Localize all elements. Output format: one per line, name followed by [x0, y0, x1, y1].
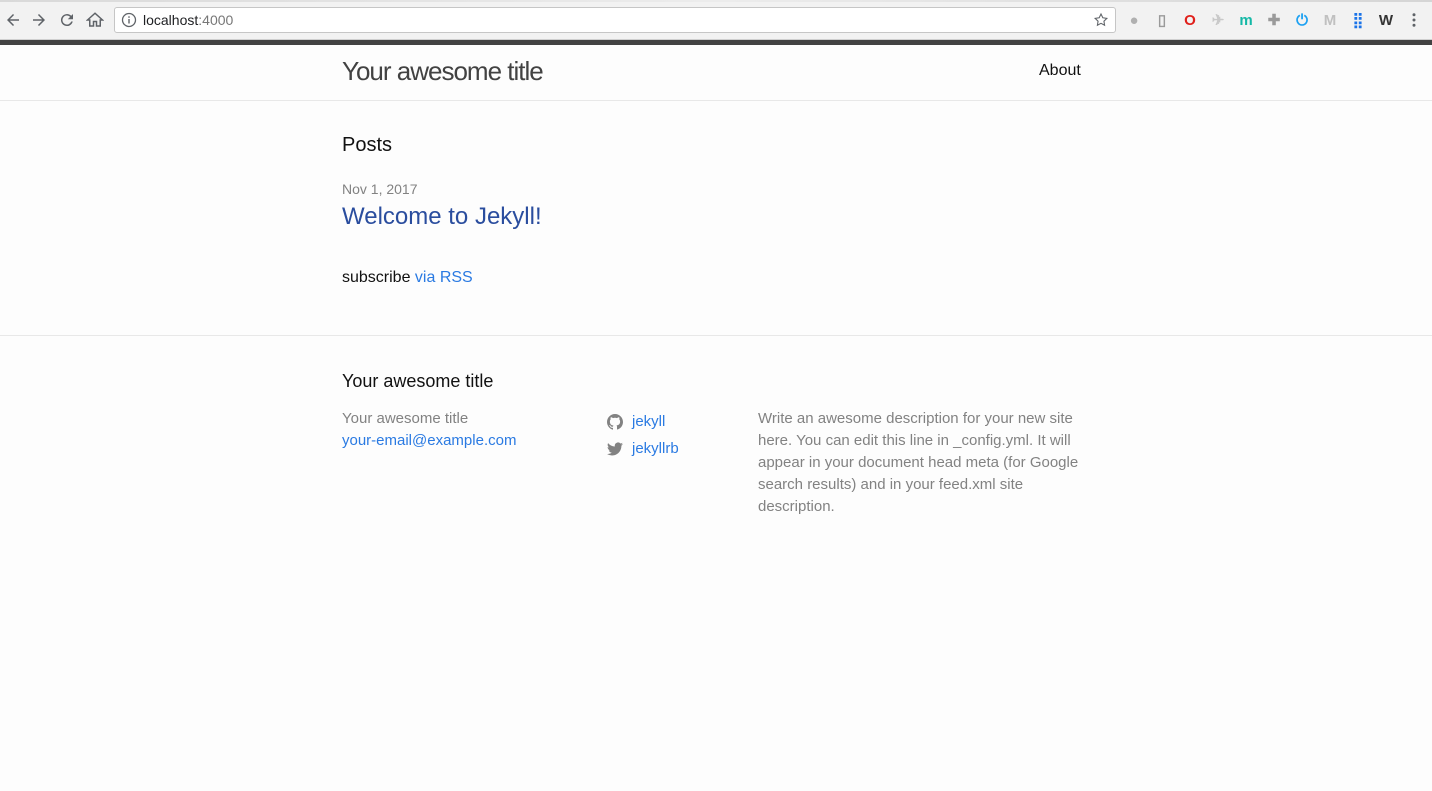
- ext-w-icon[interactable]: W: [1377, 11, 1395, 29]
- menu-dots-icon[interactable]: [1403, 9, 1425, 31]
- post-title-link[interactable]: Welcome to Jekyll!: [342, 203, 542, 231]
- forward-icon[interactable]: [28, 9, 50, 31]
- rss-subscribe: subscribe via RSS: [342, 269, 473, 287]
- footer-heading: Your awesome title: [342, 371, 494, 391]
- bookmark-star-icon[interactable]: [1093, 12, 1109, 28]
- address-bar[interactable]: localhost:4000: [114, 7, 1116, 33]
- ext-puzzle-icon[interactable]: ✚: [1265, 11, 1283, 29]
- ext-m-gray-icon[interactable]: M: [1321, 11, 1339, 29]
- ext-gray-circle-icon[interactable]: ●: [1125, 11, 1143, 29]
- footer-site-name: Your awesome title: [342, 410, 469, 427]
- url-port: :4000: [198, 12, 234, 28]
- github-social-item: jekyll: [607, 408, 737, 435]
- footer-social-column: jekyll jekyllrb: [607, 408, 737, 462]
- site-description: Write an awesome description for your ne…: [758, 410, 1079, 515]
- site-title-link[interactable]: Your awesome title: [342, 56, 544, 87]
- twitter-icon: [607, 442, 623, 455]
- rss-link[interactable]: via RSS: [415, 269, 473, 286]
- info-icon[interactable]: [121, 12, 137, 28]
- footer-email-link[interactable]: your-email@example.com: [342, 432, 516, 449]
- post-date: Nov 1, 2017: [342, 181, 418, 197]
- ext-opera-icon[interactable]: O: [1181, 11, 1199, 29]
- ext-power-icon[interactable]: ⏻: [1293, 11, 1311, 29]
- home-icon[interactable]: [84, 9, 106, 31]
- url-host: localhost: [143, 12, 199, 28]
- footer-description-column: Write an awesome description for your ne…: [758, 408, 1088, 518]
- reload-icon[interactable]: [56, 9, 78, 31]
- url-text[interactable]: localhost:4000: [143, 12, 233, 28]
- twitter-social-item: jekyllrb: [607, 435, 737, 462]
- nav-about-link[interactable]: About: [1039, 62, 1081, 80]
- site-footer: Your awesome title Your awesome title yo…: [0, 335, 1432, 791]
- back-icon[interactable]: [2, 9, 24, 31]
- ext-document-icon[interactable]: ▯: [1153, 11, 1171, 29]
- posts-heading: Posts: [342, 134, 393, 156]
- github-username-link[interactable]: jekyll: [632, 411, 665, 433]
- browser-toolbar: localhost:4000 ● ▯ O ✈ m ✚ ⏻ M ⣿ W: [0, 0, 1432, 40]
- footer-contact-column: Your awesome title your-email@example.co…: [342, 408, 592, 452]
- site-header: Your awesome title About: [0, 45, 1432, 101]
- github-icon: [607, 413, 623, 430]
- tab-strip-edge: [0, 0, 1432, 2]
- rss-prefix-text: subscribe: [342, 269, 415, 286]
- twitter-username-link[interactable]: jekyllrb: [632, 438, 679, 460]
- ext-apps-grid-icon[interactable]: ⣿: [1349, 11, 1367, 29]
- ext-m-teal-icon[interactable]: m: [1237, 11, 1255, 29]
- ext-plane-icon[interactable]: ✈: [1209, 11, 1227, 29]
